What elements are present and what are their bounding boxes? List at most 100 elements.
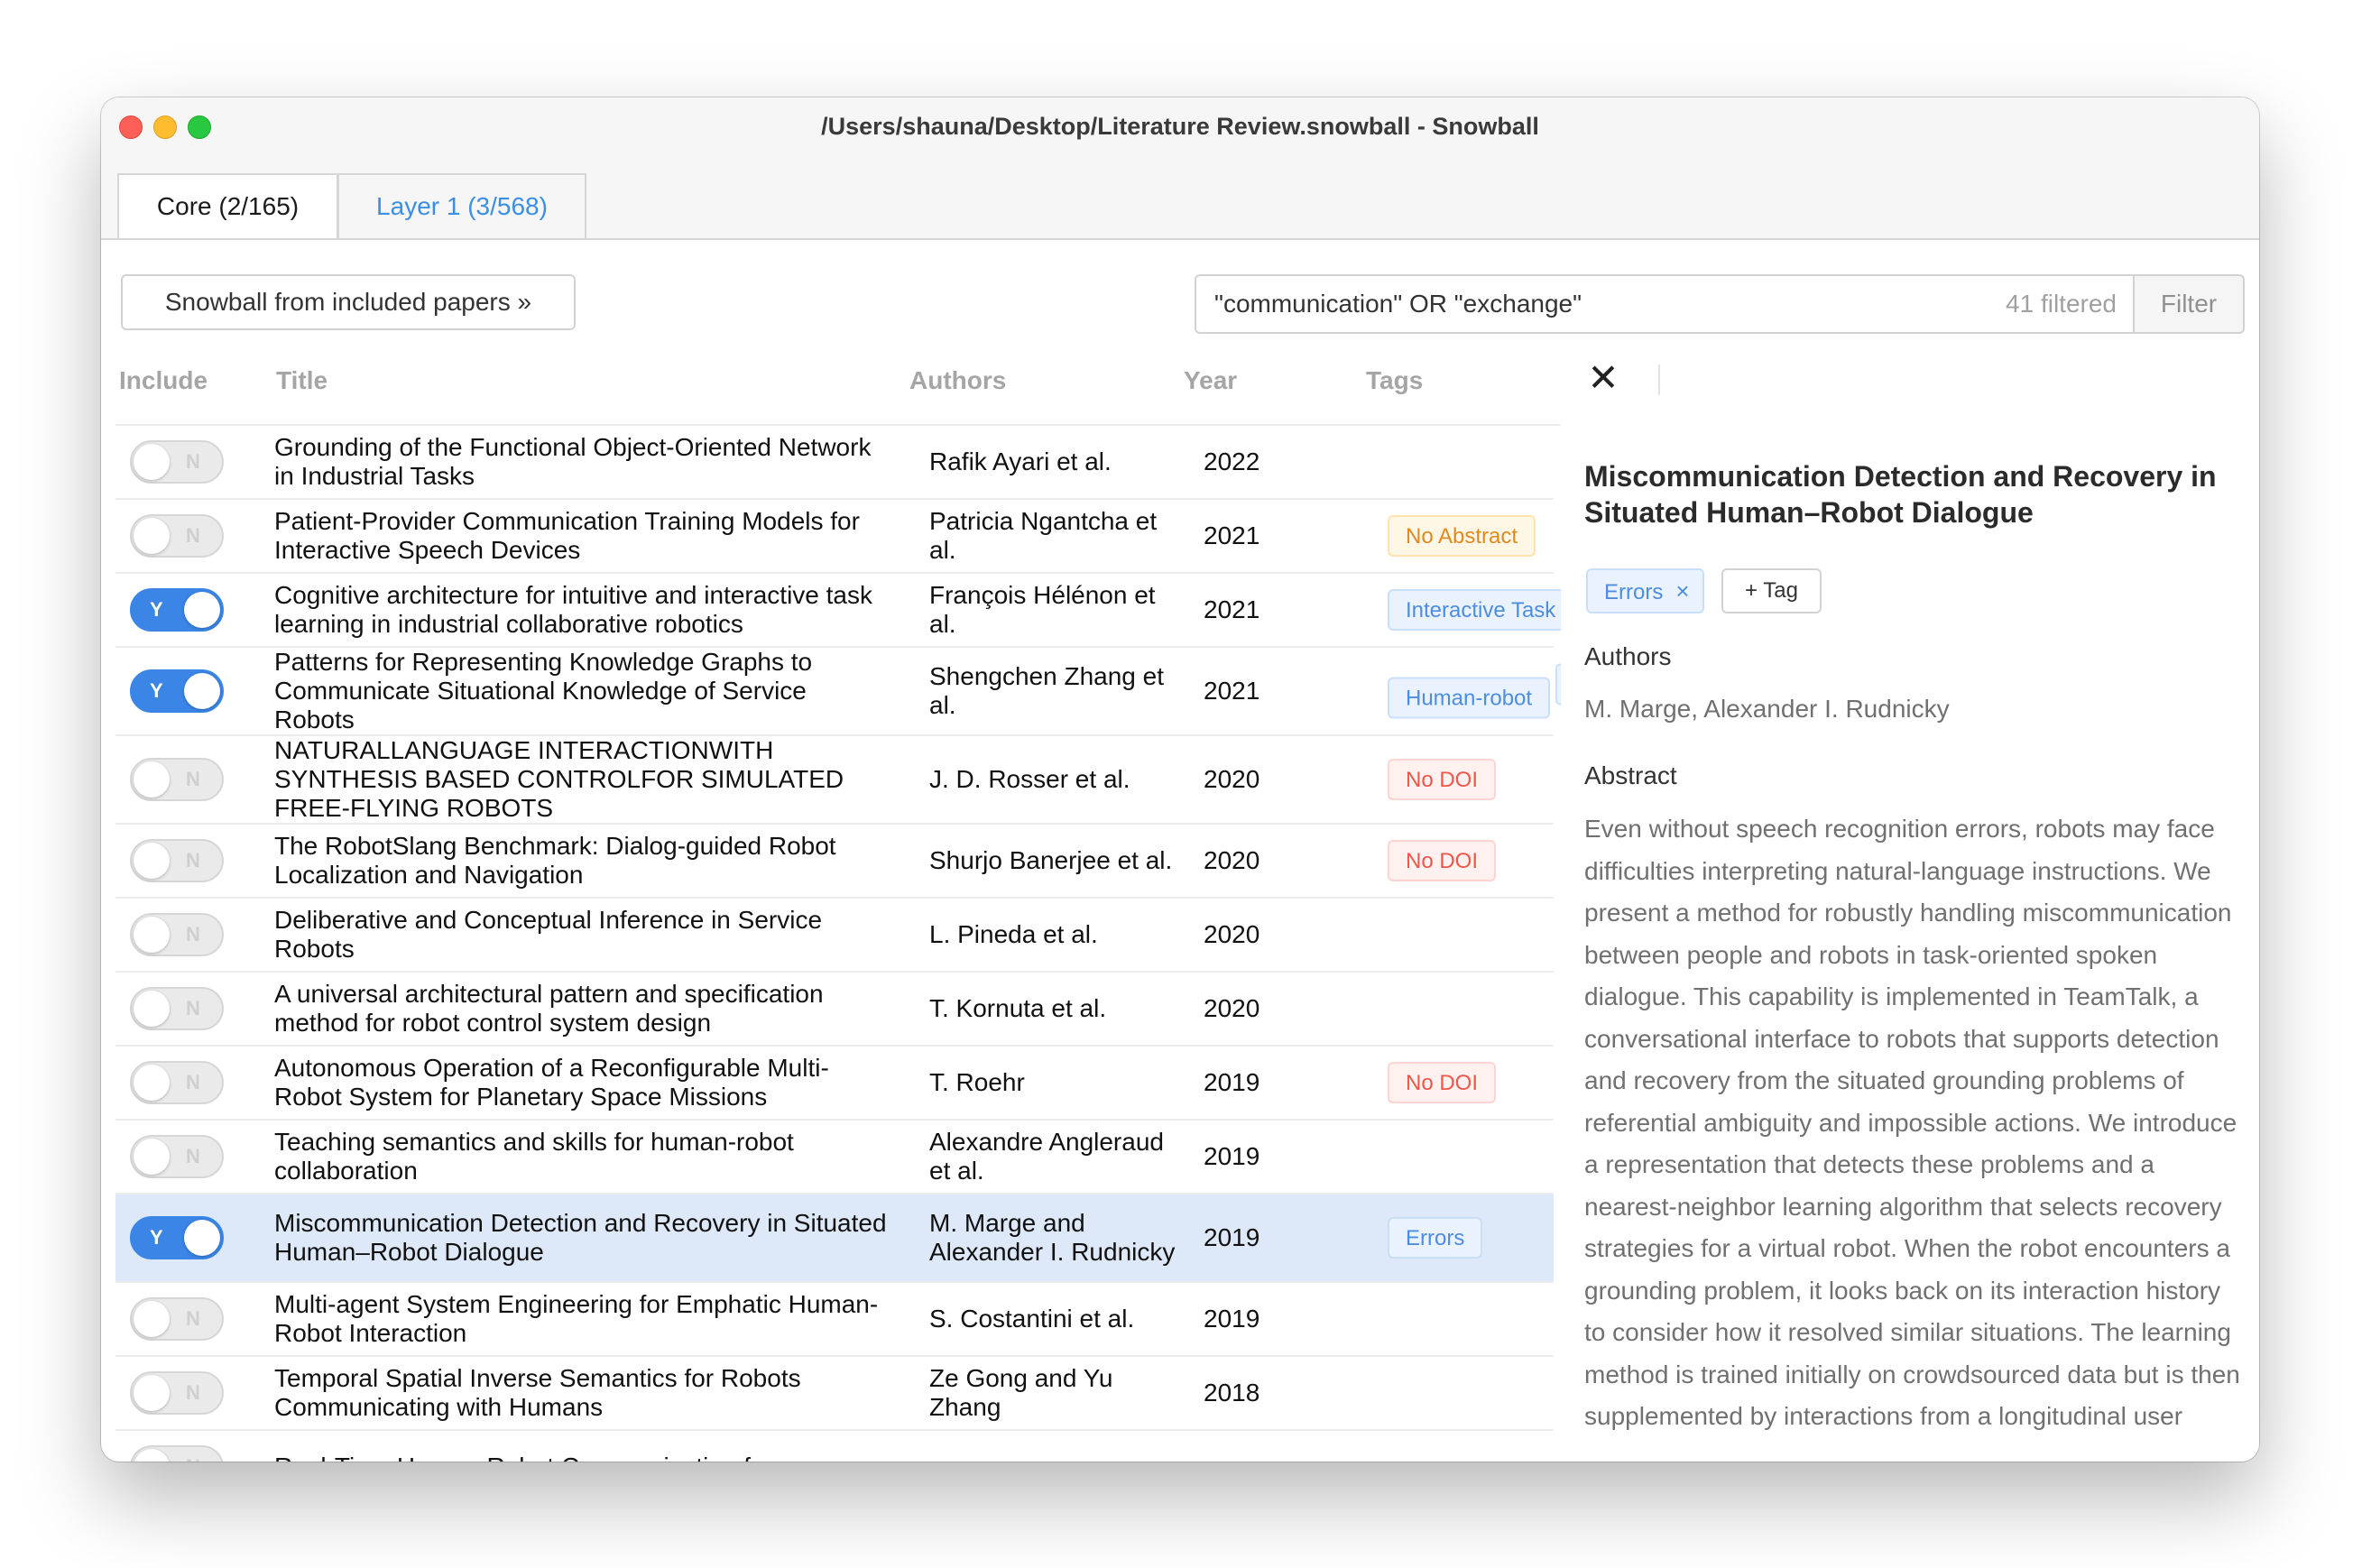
paper-authors: Alexandre Angleraud et al. xyxy=(929,1128,1164,1185)
tag-badge[interactable]: Interactive Task xyxy=(1388,589,1568,631)
table-row[interactable]: N Multi-agent System Engineering for Emph… xyxy=(115,1283,1554,1357)
paper-authors: Rafik Ayari et al. xyxy=(929,447,1112,475)
add-tag-button[interactable]: + Tag xyxy=(1721,568,1822,613)
table-row[interactable]: N A universal architectural pattern and s… xyxy=(115,973,1554,1047)
toggle-label: N xyxy=(186,997,200,1019)
include-toggle[interactable]: Y xyxy=(130,1216,224,1259)
toggle-knob xyxy=(134,843,170,879)
paper-authors: T. Kornuta et al. xyxy=(929,994,1107,1022)
header-year[interactable]: Year xyxy=(1184,366,1237,395)
header-title[interactable]: Title xyxy=(276,366,328,395)
table-row[interactable]: Y Miscommunication Detection and Recovery… xyxy=(115,1194,1554,1283)
filtered-count: 41 filtered xyxy=(2006,290,2117,318)
paper-year: 2018 xyxy=(1204,1379,1260,1407)
table-row[interactable]: N Deliberative and Conceptual Inference i… xyxy=(115,899,1554,973)
header-tags[interactable]: Tags xyxy=(1366,366,1423,395)
paper-title: Deliberative and Conceptual Inference in… xyxy=(274,906,823,963)
tab-layer-1[interactable]: Layer 1 (3/568) xyxy=(337,173,586,238)
tag-badge[interactable]: No DOI xyxy=(1388,840,1497,881)
toggle-label: N xyxy=(186,1307,200,1330)
include-toggle[interactable]: N xyxy=(130,1371,224,1415)
paper-title: Real-Time Human-Robot Communication for xyxy=(274,1453,888,1462)
paper-tags: No DOI xyxy=(1388,1062,1501,1103)
include-toggle[interactable]: N xyxy=(130,913,224,956)
paper-authors: François Hélénon et al. xyxy=(929,581,1156,638)
paper-year: 2021 xyxy=(1204,521,1260,549)
detail-authors: M. Marge, Alexander I. Rudnicky xyxy=(1584,695,1950,723)
paper-authors: T. Roehr xyxy=(929,1068,1025,1096)
toggle-knob xyxy=(134,761,170,798)
abstract-label: Abstract xyxy=(1584,761,1677,789)
include-toggle[interactable]: N xyxy=(130,987,224,1030)
paper-year: 2020 xyxy=(1204,994,1260,1022)
table-row[interactable]: N Real-Time Human-Robot Communication for xyxy=(115,1431,1554,1462)
paper-year: 2019 xyxy=(1204,1305,1260,1333)
include-toggle[interactable]: N xyxy=(130,1297,224,1341)
app-window: /Users/shauna/Desktop/Literature Review.… xyxy=(101,97,2259,1462)
header-authors[interactable]: Authors xyxy=(909,366,1006,395)
search-input[interactable] xyxy=(1214,276,1918,332)
table-row[interactable]: Y Patterns for Representing Knowledge Gra… xyxy=(115,648,1565,736)
paper-authors: Ze Gong and Yu Zhang xyxy=(929,1364,1113,1421)
include-toggle[interactable]: Y xyxy=(130,588,224,632)
tag-badge[interactable]: No DOI xyxy=(1388,759,1497,800)
toggle-label: N xyxy=(186,768,200,790)
table-row[interactable]: N The RobotSlang Benchmark: Dialog-guided… xyxy=(115,825,1554,899)
paper-title: Cognitive architecture for intuitive and… xyxy=(274,581,872,638)
remove-tag-icon[interactable]: × xyxy=(1675,577,1689,604)
tag-badge[interactable]: No DOI xyxy=(1388,1062,1497,1103)
paper-title: Autonomous Operation of a Reconfigurable… xyxy=(274,1054,829,1111)
tag-badge[interactable]: No Abstract xyxy=(1388,515,1536,557)
toggle-label: Y xyxy=(150,679,163,702)
paper-title: Teaching semantics and skills for human-… xyxy=(274,1128,794,1185)
include-toggle[interactable]: N xyxy=(130,1135,224,1178)
paper-year: 2020 xyxy=(1204,920,1260,948)
table-row[interactable]: N Temporal Spatial Inverse Semantics for … xyxy=(115,1357,1554,1431)
paper-tags: No DOI xyxy=(1388,840,1501,881)
paper-authors: M. Marge and Alexander I. Rudnicky xyxy=(929,1209,1176,1266)
header-include[interactable]: Include xyxy=(119,366,208,395)
paper-year: 2020 xyxy=(1204,846,1260,874)
detail-title: Miscommunication Detection and Recovery … xyxy=(1584,460,2217,529)
search-box: 41 filtered xyxy=(1195,274,2135,334)
paper-year: 2021 xyxy=(1204,595,1260,623)
table-row[interactable]: N Patient-Provider Communication Training… xyxy=(115,500,1554,574)
paper-authors: J. D. Rosser et al. xyxy=(929,765,1130,793)
toggle-knob xyxy=(134,1375,170,1411)
table-row[interactable]: N Autonomous Operation of a Reconfigurabl… xyxy=(115,1047,1554,1121)
toggle-label: N xyxy=(186,1381,200,1404)
include-toggle[interactable]: N xyxy=(130,1445,224,1462)
detail-tag-errors[interactable]: Errors × xyxy=(1586,568,1704,613)
include-toggle[interactable]: N xyxy=(130,839,224,882)
include-toggle[interactable]: N xyxy=(130,440,224,484)
paper-title: A universal architectural pattern and sp… xyxy=(274,980,824,1037)
close-icon[interactable]: ✕ xyxy=(1581,355,1626,401)
paper-tags: Errors xyxy=(1388,1217,1488,1259)
toggle-label: N xyxy=(186,849,200,872)
include-toggle[interactable]: Y xyxy=(130,669,224,713)
toggle-label: N xyxy=(186,923,200,945)
paper-authors: Shengchen Zhang et al. xyxy=(929,662,1164,719)
toggle-label: N xyxy=(186,1071,200,1093)
window-title: /Users/shauna/Desktop/Literature Review.… xyxy=(821,113,1539,140)
table-row[interactable]: N Grounding of the Functional Object-Orie… xyxy=(115,426,1554,500)
paper-tags: No Abstract xyxy=(1388,515,1541,557)
snowball-button[interactable]: Snowball from included papers » xyxy=(121,274,576,330)
paper-year: 2020 xyxy=(1204,765,1260,793)
tag-badge[interactable]: Human-robot xyxy=(1388,677,1551,719)
toolbar-divider xyxy=(1658,364,1660,395)
paper-title: NATURALLANGUAGE INTERACTIONWITH SYNTHESI… xyxy=(274,736,844,822)
tab-core[interactable]: Core (2/165) xyxy=(117,173,338,238)
include-toggle[interactable]: N xyxy=(130,1061,224,1104)
table-row[interactable]: N Teaching semantics and skills for human… xyxy=(115,1121,1554,1194)
toggle-label: N xyxy=(186,450,200,473)
table-row[interactable]: Y Cognitive architecture for intuitive an… xyxy=(115,574,1568,648)
table-row[interactable]: N NATURALLANGUAGE INTERACTIONWITH SYNTHES… xyxy=(115,736,1554,825)
tag-badge[interactable]: Errors xyxy=(1388,1217,1483,1259)
papers-table: N Grounding of the Functional Object-Orie… xyxy=(115,426,1568,1462)
include-toggle[interactable]: N xyxy=(130,514,224,558)
include-toggle[interactable]: N xyxy=(130,758,224,801)
toggle-knob xyxy=(184,1220,220,1256)
filter-button[interactable]: Filter xyxy=(2133,274,2245,334)
toggle-knob xyxy=(134,1139,170,1175)
